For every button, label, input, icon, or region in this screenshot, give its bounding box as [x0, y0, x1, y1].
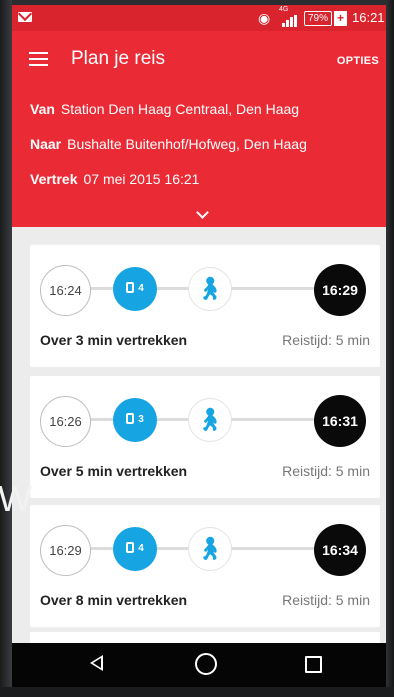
bus-icon — [126, 542, 135, 553]
phone-screen: ◉ 4G 79% + 16:21 Plan je reis OPTIES Van… — [12, 5, 386, 687]
from-label: Van — [30, 101, 55, 117]
departs-in: Over 3 min vertrekken — [40, 332, 188, 348]
status-bar: ◉ 4G 79% + 16:21 — [12, 5, 386, 31]
trip-card[interactable]: 16:29 4 🚶︎ 16:34 Over 8 min vertrekken R… — [30, 505, 380, 627]
travel-time: Reistijd: 5 min — [282, 332, 370, 348]
signal-icon — [282, 15, 298, 27]
departs-in: Over 8 min vertrekken — [40, 592, 188, 608]
walking-icon: 🚶︎ — [188, 527, 232, 571]
walking-icon: 🚶︎ — [188, 398, 232, 442]
arrival-time: 16:34 — [314, 524, 366, 576]
route-header: Plan je reis OPTIES Van Station Den Haag … — [12, 31, 386, 227]
photo-frame-right — [386, 0, 394, 697]
departure-row[interactable]: Vertrek 07 mei 2015 16:21 — [30, 171, 199, 187]
bus-line: 4 — [138, 283, 144, 294]
travel-time: Reistijd: 5 min — [282, 592, 370, 608]
charging-icon: + — [334, 11, 347, 26]
to-row[interactable]: Naar Bushalte Buitenhof/Hofweg, Den Haag — [30, 136, 307, 152]
departure-label: Vertrek — [30, 171, 78, 187]
recent-apps-icon[interactable] — [305, 656, 322, 673]
back-icon[interactable] — [90, 655, 103, 671]
background-text: W — [0, 478, 32, 519]
bus-leg: 4 — [113, 527, 157, 571]
walking-icon: 🚶︎ — [188, 267, 232, 311]
trip-card[interactable]: 16:24 4 🚶︎ 16:29 Over 3 min vertrekken R… — [30, 245, 380, 367]
battery-indicator: 79% — [304, 11, 333, 26]
departure-time: 16:26 — [40, 396, 91, 447]
mail-icon — [18, 12, 32, 22]
to-value: Bushalte Buitenhof/Hofweg, Den Haag — [67, 136, 307, 152]
bus-icon — [126, 282, 135, 293]
to-label: Naar — [30, 136, 62, 152]
bus-leg: 4 — [113, 267, 157, 311]
from-row[interactable]: Van Station Den Haag Centraal, Den Haag — [30, 101, 299, 117]
from-value: Station Den Haag Centraal, Den Haag — [60, 101, 300, 117]
departure-time: 16:24 — [40, 265, 91, 316]
photo-frame-left — [0, 0, 12, 697]
menu-icon[interactable] — [29, 52, 48, 66]
bus-icon — [126, 413, 135, 424]
departure-time: 16:29 — [40, 525, 91, 576]
travel-time: Reistijd: 5 min — [282, 463, 370, 479]
location-icon: ◉ — [258, 10, 271, 26]
home-icon[interactable] — [195, 653, 217, 675]
chevron-down-icon[interactable] — [196, 206, 209, 219]
clock: 16:21 — [352, 10, 385, 25]
options-button[interactable]: OPTIES — [337, 55, 379, 67]
system-nav-bar — [12, 643, 386, 687]
trip-card[interactable]: 16:26 3 🚶︎ 16:31 Over 5 min vertrekken R… — [30, 376, 380, 498]
departure-value: 07 mei 2015 16:21 — [83, 171, 200, 187]
departs-in: Over 5 min vertrekken — [40, 463, 188, 479]
photo-frame-bottom — [0, 687, 394, 697]
arrival-time: 16:29 — [314, 264, 366, 316]
page-title: Plan je reis — [71, 48, 165, 69]
bus-line: 3 — [138, 414, 144, 425]
arrival-time: 16:31 — [314, 395, 366, 447]
bus-line: 4 — [138, 543, 144, 554]
network-type: 4G — [279, 6, 289, 13]
bus-leg: 3 — [113, 398, 157, 442]
